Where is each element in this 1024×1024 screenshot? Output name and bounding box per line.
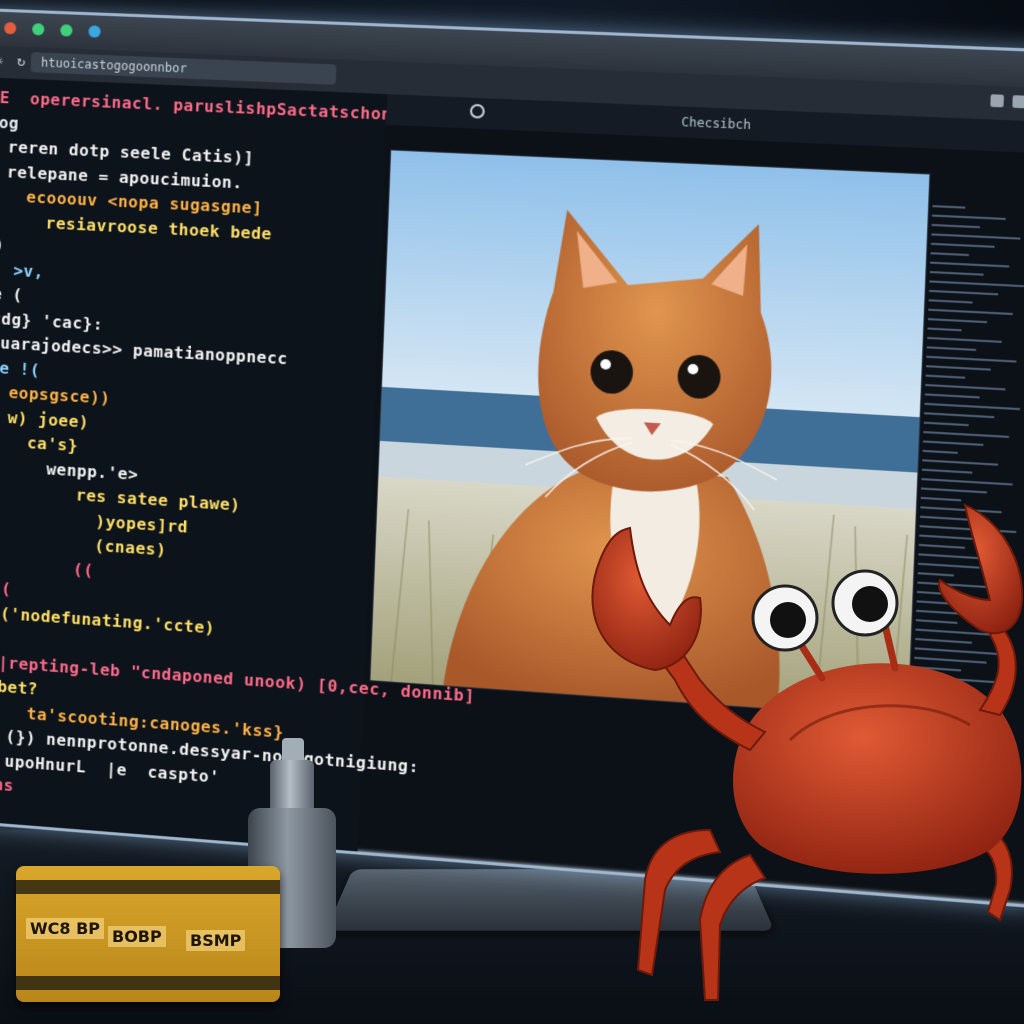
box-label: BOBP [108, 926, 166, 947]
log-line [925, 393, 980, 398]
log-line [922, 469, 972, 474]
log-line [926, 375, 966, 379]
log-line [926, 365, 991, 371]
window-dot-extra[interactable] [88, 25, 101, 38]
box-stripe [16, 976, 280, 990]
snack-box: WC8 BP BOBP BSMP [16, 866, 280, 1002]
log-line [928, 309, 1013, 315]
window-dot-maximize[interactable] [60, 24, 73, 37]
box-label: WC8 BP [26, 918, 104, 939]
code-line: ƆΕ operersinacl. paruslishpSactatschones… [0, 87, 445, 126]
log-line [929, 299, 973, 303]
log-line [926, 356, 1016, 363]
log-line [924, 422, 969, 427]
log-line [923, 431, 1009, 438]
log-line [924, 412, 994, 418]
log-line [930, 262, 1009, 268]
code-editor[interactable]: ƆΕ operersinacl. paruslishpSactatschones… [0, 77, 387, 851]
log-line [925, 384, 1005, 390]
log-line [929, 290, 998, 296]
box-stripe [16, 880, 280, 894]
code-line: se ( [0, 283, 23, 304]
log-line [932, 205, 965, 209]
log-line [921, 487, 987, 493]
log-line [930, 271, 984, 276]
window-dot-minimize[interactable] [32, 23, 44, 36]
code-line: trmns [0, 772, 14, 795]
code-line: hog [0, 112, 19, 132]
code-line: w) joee) [0, 406, 89, 432]
url-field[interactable]: htuoicastogogoonnbor [31, 52, 337, 85]
code-line: (( [0, 552, 94, 579]
window-dot-close[interactable] [4, 22, 16, 34]
preview-panel-title: Checsibch [681, 107, 752, 141]
log-line [929, 280, 1024, 287]
log-line [923, 440, 983, 446]
log-line [931, 233, 1020, 239]
code-line: () [0, 234, 5, 254]
bottle-neck [270, 760, 314, 812]
log-line [921, 478, 1012, 485]
code-line: bet? [0, 675, 38, 699]
toy-crab [560, 500, 1024, 1020]
reload-icon[interactable]: ↻ [17, 54, 26, 70]
log-line [924, 403, 1020, 410]
log-line [927, 337, 1002, 343]
code-line: o >v, [0, 259, 44, 281]
code-line: Itdg} 'cac}: [0, 308, 103, 334]
log-line [932, 214, 1006, 220]
code-line: )('nodefunating.'ccte) [0, 601, 215, 637]
scene: ✳ ↻ htuoicastogogoonnbor ƆΕ operersinacl… [0, 0, 1024, 1024]
log-line [928, 318, 987, 323]
log-line [922, 459, 998, 466]
log-line [931, 243, 995, 248]
log-line [931, 252, 969, 256]
code-line: eopsgsce)) [0, 381, 111, 408]
window-control-icon[interactable] [1012, 95, 1024, 108]
log-line [927, 327, 961, 331]
log-line [927, 346, 976, 351]
code-line: wenpp.'e> [0, 455, 139, 484]
window-control-icon[interactable] [990, 94, 1004, 107]
code-line: ca's} [0, 430, 78, 455]
box-label: BSMP [186, 930, 245, 951]
log-line [923, 450, 958, 454]
code-line: eNe !( [0, 357, 40, 379]
code-line: )( [0, 577, 12, 599]
code-line: tuuarajodecs>> pamatianoppnecc [0, 332, 288, 368]
log-line [932, 224, 980, 228]
sparkle-icon[interactable]: ✳ [0, 53, 4, 69]
